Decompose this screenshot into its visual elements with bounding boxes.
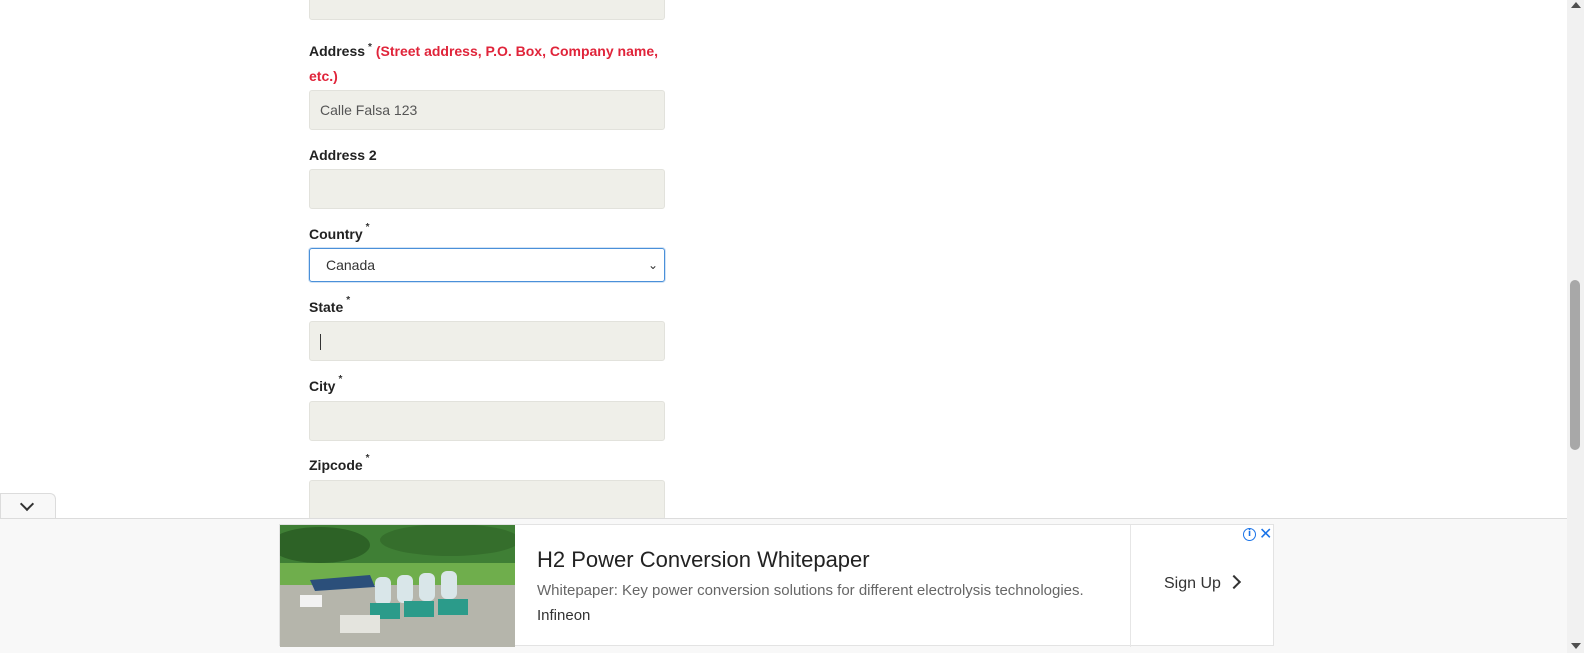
scroll-down-arrow-icon[interactable] bbox=[1571, 643, 1581, 649]
state-label: State * bbox=[309, 295, 351, 315]
ad-card[interactable]: H2 Power Conversion Whitepaper Whitepape… bbox=[279, 524, 1274, 647]
zipcode-input[interactable] bbox=[309, 480, 665, 520]
ad-title[interactable]: H2 Power Conversion Whitepaper bbox=[537, 547, 870, 573]
required-marker: * bbox=[368, 42, 372, 53]
required-marker: * bbox=[365, 453, 370, 464]
ad-signup-button[interactable]: Sign Up bbox=[1164, 574, 1241, 593]
close-icon[interactable]: ✕ bbox=[1259, 524, 1272, 543]
page-scrollbar[interactable] bbox=[1567, 0, 1584, 653]
chevron-down-icon bbox=[19, 496, 35, 512]
country-select-value: Canada bbox=[326, 257, 376, 273]
address-input[interactable]: Calle Falsa 123 bbox=[309, 90, 665, 130]
country-select[interactable]: Canada ⌄ bbox=[309, 248, 665, 282]
address2-input[interactable] bbox=[309, 169, 665, 209]
address2-label: Address 2 bbox=[309, 147, 377, 163]
scroll-thumb[interactable] bbox=[1570, 280, 1580, 450]
info-icon[interactable]: i bbox=[1243, 528, 1256, 541]
page: Address * (Street address, P.O. Box, Comp… bbox=[0, 0, 1584, 653]
chevron-down-icon: ⌄ bbox=[647, 258, 658, 272]
previous-field-input[interactable] bbox=[309, 0, 665, 20]
city-label: City * bbox=[309, 374, 343, 394]
chevron-right-icon bbox=[1226, 574, 1241, 590]
country-label: Country * bbox=[309, 222, 370, 242]
zipcode-label: Zipcode * bbox=[309, 453, 370, 473]
city-input[interactable] bbox=[309, 401, 665, 441]
scroll-up-arrow-icon[interactable] bbox=[1571, 2, 1581, 8]
ad-divider bbox=[1130, 525, 1131, 647]
ad-brand[interactable]: Infineon bbox=[537, 607, 590, 624]
ad-collapse-button[interactable] bbox=[0, 493, 56, 518]
ad-image[interactable] bbox=[280, 525, 515, 647]
required-marker: * bbox=[346, 295, 351, 306]
required-marker: * bbox=[338, 374, 343, 385]
required-marker: * bbox=[365, 222, 370, 233]
ad-description[interactable]: Whitepaper: Key power conversion solutio… bbox=[537, 582, 1084, 599]
ad-image-illustration bbox=[280, 525, 515, 647]
address-label: Address * (Street address, P.O. Box, Comp… bbox=[309, 42, 658, 84]
text-cursor bbox=[320, 334, 321, 351]
state-input[interactable] bbox=[309, 321, 665, 361]
